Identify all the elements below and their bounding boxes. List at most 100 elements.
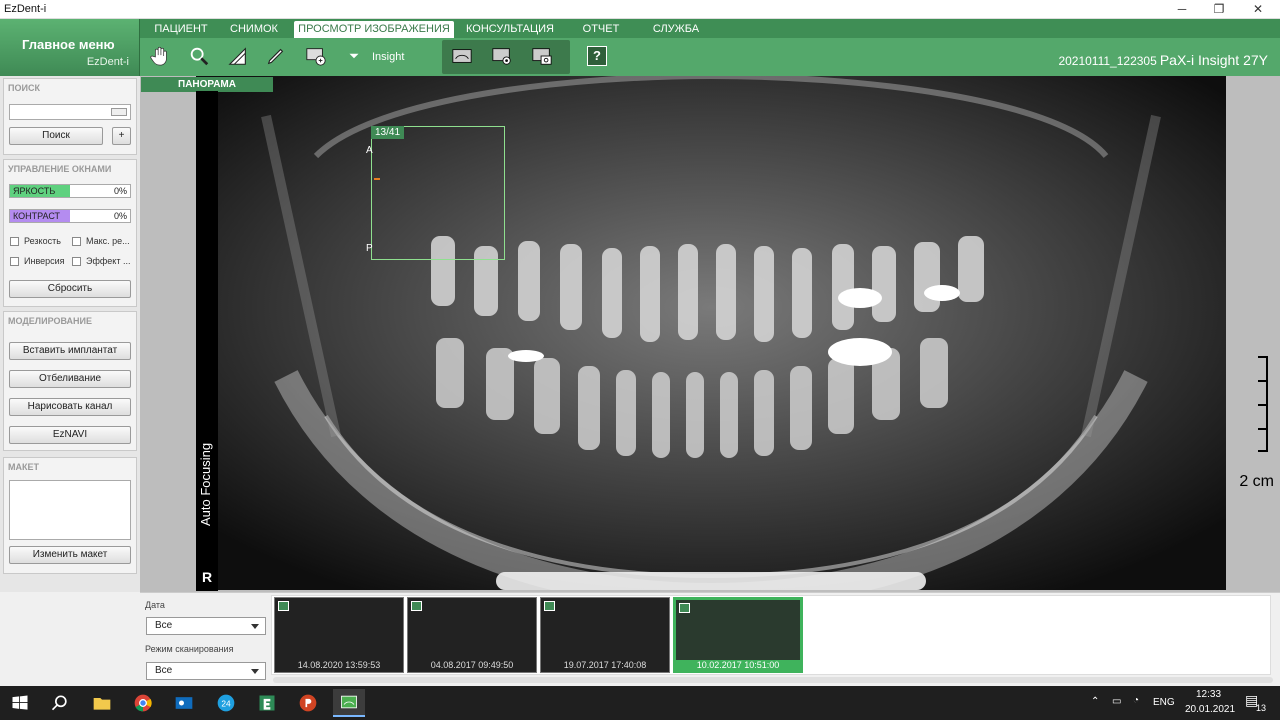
notification-count: 13 [1256, 703, 1267, 713]
tab-panorama[interactable]: ПАНОРАМА [141, 77, 273, 92]
device-name: PaX-i Insight 27Y [1159, 52, 1268, 68]
search-panel-title: ПОИСК [8, 83, 40, 93]
powerpoint-icon[interactable] [292, 689, 324, 717]
thumbnail[interactable]: 04.08.2017 09:49:50 [407, 597, 537, 673]
brightness-label: ЯРКОСТЬ [13, 186, 56, 196]
ezdent-app-icon[interactable] [251, 689, 283, 717]
search-input[interactable] [9, 104, 131, 120]
minimize-button[interactable]: ─ [1162, 1, 1202, 18]
thumbnail-selected[interactable]: 10.02.2017 10:51:00 [673, 597, 803, 673]
image-type-icon [278, 601, 289, 611]
chevron-down-icon[interactable] [345, 42, 363, 70]
main-menu-title: Главное меню [22, 37, 115, 52]
bottom-panel: Дата Все Режим сканирования Все 14.08.20… [140, 592, 1280, 686]
search-icon[interactable] [44, 689, 76, 717]
roi-box[interactable]: 13/41 A P [366, 126, 505, 260]
roi-label: 13/41 [371, 126, 405, 139]
date-filter-select[interactable]: Все [146, 617, 266, 635]
whitening-button[interactable]: Отбеливание [9, 370, 131, 388]
thumbnail[interactable]: 14.08.2020 13:59:53 [274, 597, 404, 673]
image-rotate-icon[interactable] [302, 42, 330, 70]
keyboard-icon[interactable] [111, 108, 127, 116]
draw-canal-button[interactable]: Нарисовать канал [9, 398, 131, 416]
tab-image-view[interactable]: ПРОСМОТР ИЗОБРАЖЕНИЯ [294, 21, 454, 38]
thumbnail-strip: 14.08.2020 13:59:53 04.08.2017 09:49:50 … [271, 595, 1271, 675]
roi-bottom-label: P [366, 243, 373, 254]
panorama-view-icon[interactable] [448, 42, 476, 70]
main-menu-button[interactable]: Главное меню EzDent-i [0, 19, 140, 76]
insert-implant-button[interactable]: Вставить имплантат [9, 342, 131, 360]
pen-icon[interactable] [262, 42, 290, 70]
chrome-icon[interactable] [127, 689, 159, 717]
language-indicator[interactable]: ENG [1153, 697, 1175, 708]
change-layout-button[interactable]: Изменить макет [9, 546, 131, 564]
contrast-label: КОНТРАСТ [13, 211, 61, 221]
date-filter-value: Все [155, 620, 173, 631]
scan-mode-value: Все [155, 665, 173, 676]
modeling-panel: МОДЕЛИРОВАНИЕ Вставить имплантат Отбелив… [3, 311, 137, 451]
close-button[interactable]: ✕ [1238, 1, 1278, 18]
app-24-icon[interactable]: 24 [210, 689, 242, 717]
windows-start-icon[interactable] [4, 689, 36, 717]
toolbar: Insight ? 20210111_122305 PaX-i Insight … [140, 38, 1280, 76]
clock-time[interactable]: 12:33 [1196, 689, 1221, 700]
help-button[interactable]: ? [583, 42, 611, 70]
contrast-slider[interactable]: КОНТРАСТ 0% [9, 209, 131, 223]
date-filter-label: Дата [145, 600, 165, 610]
file-explorer-icon[interactable] [86, 689, 118, 717]
layout-panel: МАКЕТ Изменить макет [3, 457, 137, 574]
reset-button[interactable]: Сбросить [9, 280, 131, 298]
clock-date[interactable]: 20.01.2021 [1185, 704, 1235, 715]
insight-label[interactable]: Insight [372, 51, 404, 63]
panoramic-xray-drawing [196, 72, 1226, 610]
main-menu-subtitle: EzDent-i [86, 56, 129, 68]
tab-image[interactable]: СНИМОК [222, 21, 286, 38]
max-resolution-label: Макс. ре... [86, 236, 130, 246]
maximize-button[interactable]: ❐ [1199, 1, 1239, 18]
image-type-icon [544, 601, 555, 611]
scan-mode-select[interactable]: Все [146, 662, 266, 680]
roi-top-label: A [366, 145, 373, 156]
angle-ruler-icon[interactable] [224, 42, 252, 70]
inversion-checkbox[interactable]: Инверсия [10, 256, 65, 266]
tab-patient[interactable]: ПАЦИЕНТ [144, 21, 218, 38]
thumbnail[interactable]: 19.07.2017 17:40:08 [540, 597, 670, 673]
view-toggle-icon[interactable] [488, 42, 516, 70]
thumbnail-caption: 19.07.2017 17:40:08 [563, 660, 647, 670]
search-panel: ПОИСК Поиск + [3, 78, 137, 155]
tab-report[interactable]: ОТЧЕТ [572, 21, 630, 38]
effect-checkbox[interactable]: Эффект ... [72, 256, 130, 266]
scan-id: 20210111_122305 [1058, 54, 1157, 68]
tab-bar: ПАЦИЕНТ СНИМОК ПРОСМОТР ИЗОБРАЖЕНИЯ КОНС… [140, 19, 1280, 38]
magnifier-icon[interactable] [185, 42, 213, 70]
scan-mode-label: Режим сканирования [145, 644, 234, 654]
right-side-marker: R [202, 569, 213, 585]
auto-focusing-label: Auto Focusing [198, 442, 213, 526]
thumbnail-scrollbar[interactable] [273, 677, 1273, 683]
brightness-slider[interactable]: ЯРКОСТЬ 0% [9, 184, 131, 198]
hand-icon[interactable] [146, 42, 174, 70]
chevron-down-icon [251, 624, 259, 629]
layout-preview[interactable] [9, 480, 131, 540]
window-control-panel: УПРАВЛЕНИЕ ОКНАМИ ЯРКОСТЬ 0% КОНТРАСТ 0%… [3, 159, 137, 307]
wifi-icon[interactable]: ◔ [1133, 695, 1139, 706]
max-resolution-checkbox[interactable]: Макс. ре... [72, 236, 130, 246]
panoramic-xray-image[interactable] [196, 72, 1226, 610]
camera-icon[interactable] [528, 42, 556, 70]
chevron-up-icon[interactable]: ⌃ [1091, 696, 1099, 707]
brightness-value: 0% [113, 186, 127, 196]
battery-icon[interactable]: ▭ [1112, 696, 1121, 707]
sharpness-checkbox[interactable]: Резкость [10, 236, 61, 246]
outlook-icon[interactable] [168, 689, 200, 717]
search-button[interactable]: Поиск [9, 127, 103, 145]
inversion-label: Инверсия [24, 256, 65, 266]
chevron-down-icon [251, 669, 259, 674]
scale-tick [1258, 404, 1268, 406]
svg-text:24: 24 [221, 698, 231, 708]
tab-service[interactable]: СЛУЖБА [640, 21, 712, 38]
ezdent-viewer-icon[interactable] [333, 689, 365, 717]
add-search-button[interactable]: + [112, 127, 131, 145]
thumbnail-caption: 10.02.2017 10:51:00 [676, 660, 800, 670]
tab-consultation[interactable]: КОНСУЛЬТАЦИЯ [462, 21, 558, 38]
eznavi-button[interactable]: EzNAVI [9, 426, 131, 444]
